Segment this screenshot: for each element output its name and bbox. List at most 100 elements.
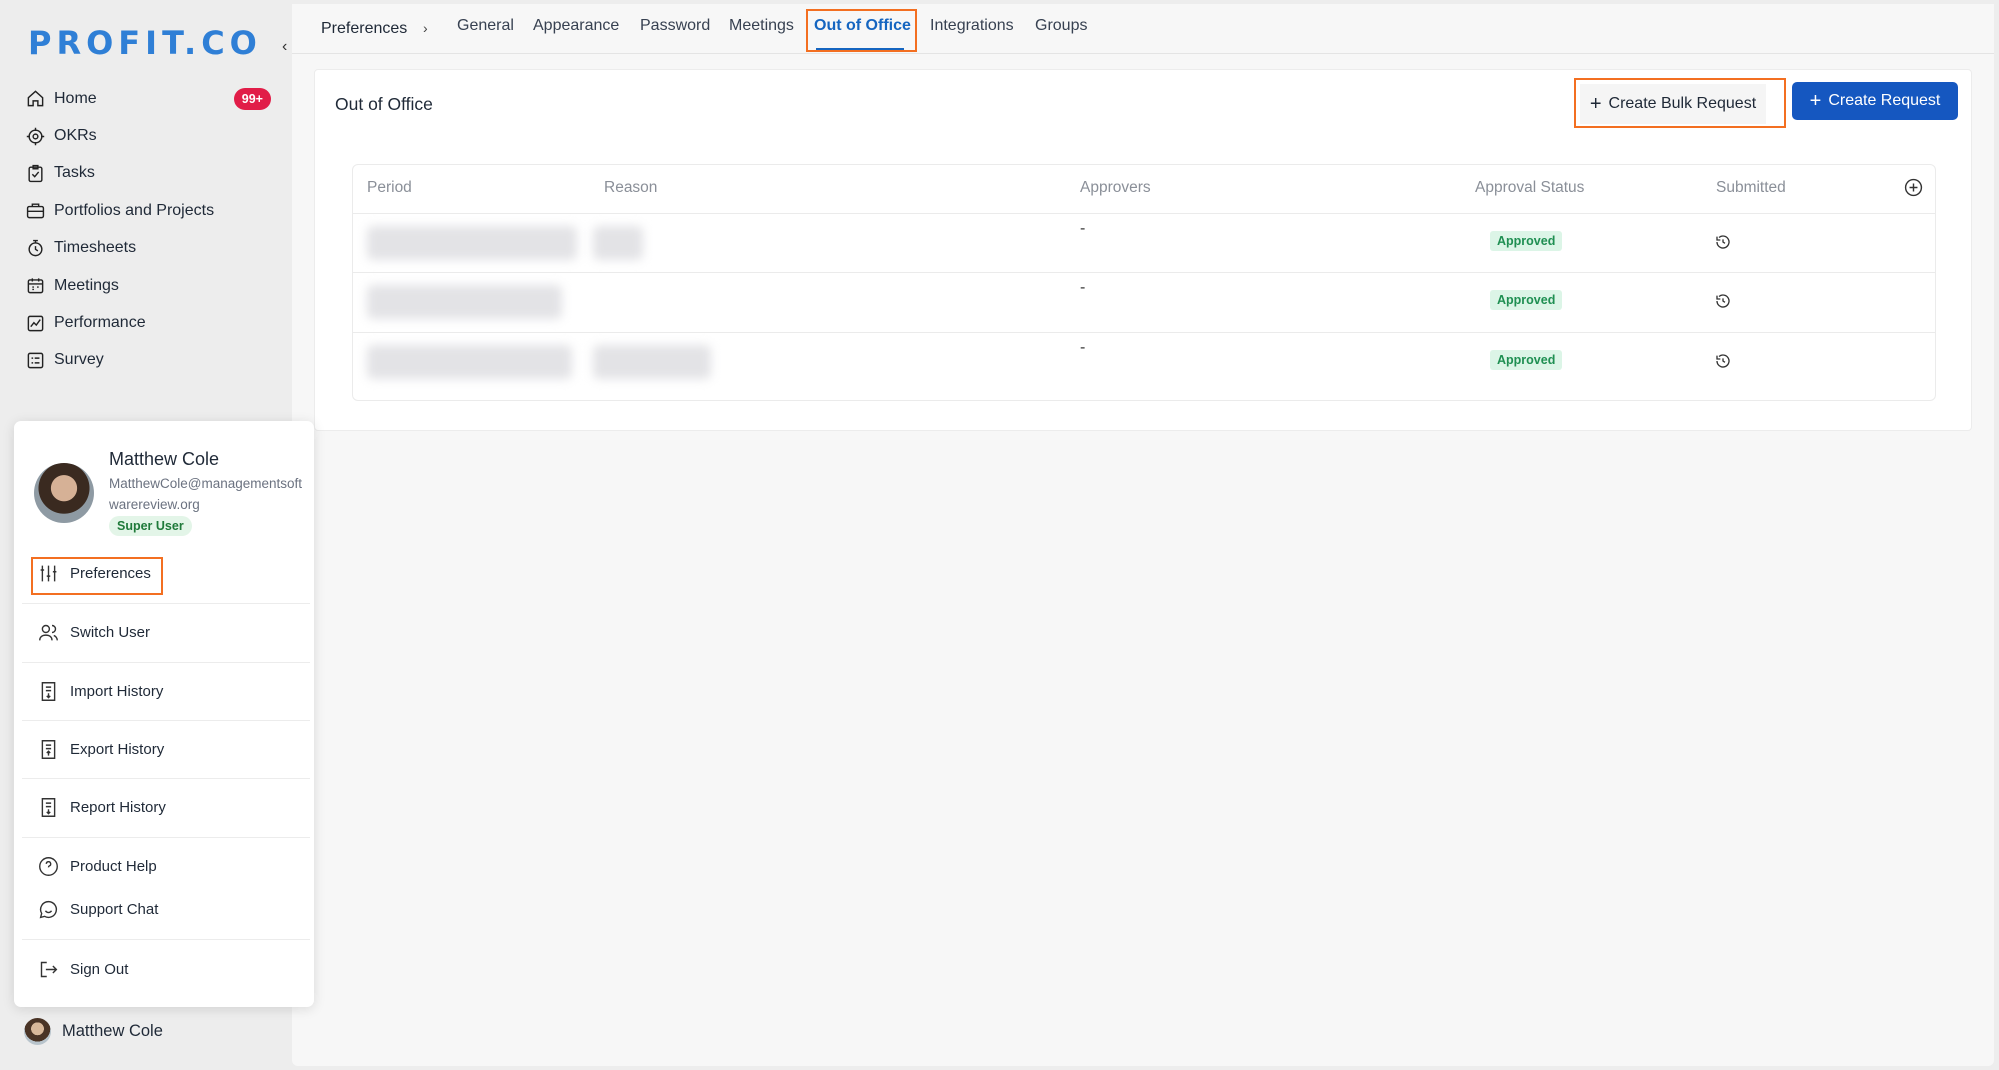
- divider: [22, 720, 310, 721]
- status-badge: Approved: [1490, 350, 1563, 370]
- menu-item-export-history[interactable]: Export History: [38, 739, 164, 760]
- card-title: Out of Office: [335, 94, 433, 114]
- menu-item-switch-user[interactable]: Switch User: [38, 622, 150, 643]
- breadcrumb-separator: ›: [423, 20, 428, 36]
- tab-appearance[interactable]: Appearance: [533, 17, 619, 35]
- redacted-reason: [593, 226, 643, 260]
- button-label: Create Request: [1828, 92, 1941, 109]
- preferences-tabbar: Preferences › General Appearance Passwor…: [292, 4, 1994, 54]
- divider: [22, 837, 310, 838]
- sidebar-item-meetings[interactable]: Meetings: [26, 267, 271, 304]
- history-icon[interactable]: [1715, 234, 1731, 250]
- table-row[interactable]: - Approved: [353, 272, 1935, 331]
- avatar: [34, 463, 94, 523]
- sidebar-item-label: Performance: [54, 314, 146, 332]
- redacted-period: [367, 345, 572, 379]
- out-of-office-table: Period Reason Approvers Approval Status …: [352, 164, 1936, 401]
- clipboard-check-icon: [28, 164, 43, 183]
- table-row[interactable]: - Approved: [353, 213, 1935, 272]
- menu-item-label: Support Chat: [70, 901, 159, 918]
- chart-line-icon: [27, 315, 44, 331]
- menu-item-label: Switch User: [70, 624, 151, 641]
- stopwatch-icon: [28, 239, 43, 257]
- tab-meetings[interactable]: Meetings: [729, 17, 794, 35]
- tab-general[interactable]: General: [457, 17, 514, 35]
- divider: [22, 662, 310, 663]
- export-doc-icon: [41, 740, 56, 759]
- highlight-box: [1574, 78, 1786, 128]
- user-name: Matthew Cole: [109, 449, 220, 469]
- menu-item-label: Sign Out: [70, 961, 129, 978]
- chat-icon: [39, 900, 58, 919]
- approvers-value: -: [1080, 279, 1086, 296]
- notification-badge: 99+: [233, 87, 271, 110]
- sign-out-icon: [40, 961, 58, 978]
- out-of-office-card: Out of Office + Create Bulk Request + Cr…: [314, 69, 1972, 431]
- history-icon[interactable]: [1715, 293, 1731, 309]
- sidebar-item-label: Meetings: [54, 276, 119, 294]
- approvers-value: -: [1080, 220, 1086, 237]
- target-icon: [26, 127, 45, 145]
- sidebar-item-okrs[interactable]: OKRs: [26, 117, 271, 154]
- menu-item-label: Export History: [70, 741, 165, 758]
- sidebar-item-tasks[interactable]: Tasks: [26, 155, 271, 192]
- column-header-approval-status: Approval Status: [1475, 179, 1585, 196]
- divider: [22, 603, 310, 604]
- add-column-icon[interactable]: [1904, 178, 1923, 197]
- create-request-button[interactable]: + Create Request: [1792, 82, 1958, 120]
- menu-item-support-chat[interactable]: Support Chat: [38, 899, 158, 920]
- role-badge: Super User: [109, 516, 192, 536]
- sidebar-item-label: Survey: [54, 351, 104, 369]
- divider: [22, 939, 310, 940]
- history-icon[interactable]: [1715, 353, 1731, 369]
- main-content: Preferences › General Appearance Passwor…: [292, 4, 1994, 1066]
- users-icon: [39, 624, 58, 641]
- sidebar-item-label: Timesheets: [54, 239, 137, 257]
- redacted-period: [367, 285, 562, 319]
- survey-list-icon: [27, 352, 44, 369]
- menu-item-report-history[interactable]: Report History: [38, 797, 166, 818]
- sidebar-item-label: Home: [54, 89, 97, 107]
- user-name: Matthew Cole: [62, 1022, 163, 1040]
- sidebar-item-label: Portfolios and Projects: [54, 201, 215, 219]
- menu-item-label: Product Help: [70, 858, 157, 875]
- menu-item-sign-out[interactable]: Sign Out: [38, 959, 128, 980]
- approvers-value: -: [1080, 339, 1086, 356]
- column-header-reason: Reason: [604, 179, 658, 196]
- status-badge: Approved: [1490, 231, 1563, 251]
- menu-item-label: Import History: [70, 683, 164, 700]
- sidebar-item-portfolios[interactable]: Portfolios and Projects: [26, 192, 271, 229]
- user-email: MatthewCole@managementsoftwarereview.org: [109, 476, 303, 512]
- sidebar-item-survey[interactable]: Survey: [26, 342, 271, 379]
- redacted-reason: [593, 345, 711, 379]
- sidebar-item-performance[interactable]: Performance: [26, 304, 271, 341]
- tab-integrations[interactable]: Integrations: [930, 17, 1014, 35]
- highlight-box: [31, 557, 163, 595]
- tab-password[interactable]: Password: [640, 17, 710, 35]
- sidebar-item-timesheets[interactable]: Timesheets: [26, 230, 271, 267]
- user-menu-popover: Matthew Cole MatthewCole@managementsoftw…: [14, 421, 314, 1007]
- calendar-icon: [27, 278, 44, 294]
- import-doc-icon: [41, 682, 56, 701]
- sidebar-item-home[interactable]: Home 99+: [26, 80, 271, 117]
- sidebar-user-profile[interactable]: Matthew Cole: [24, 1018, 163, 1045]
- column-header-submitted: Submitted: [1716, 179, 1786, 196]
- sidebar-nav: Home 99+ OKRs Tasks Portfolios and Proje…: [26, 80, 271, 379]
- sidebar-item-label: OKRs: [54, 127, 97, 145]
- menu-item-label: Report History: [70, 799, 166, 816]
- help-circle-icon: [39, 857, 58, 876]
- report-doc-icon: [41, 798, 56, 817]
- tab-groups[interactable]: Groups: [1035, 17, 1087, 35]
- redacted-period: [367, 226, 577, 260]
- column-header-approvers: Approvers: [1080, 179, 1151, 196]
- table-row[interactable]: - Approved: [353, 332, 1935, 391]
- plus-icon: +: [1809, 90, 1822, 112]
- home-icon: [27, 90, 44, 107]
- menu-item-product-help[interactable]: Product Help: [38, 856, 157, 877]
- status-badge: Approved: [1490, 290, 1563, 310]
- brand-logo[interactable]: PROFIT.CO: [28, 24, 262, 62]
- breadcrumb[interactable]: Preferences: [321, 20, 407, 38]
- menu-item-import-history[interactable]: Import History: [38, 681, 163, 702]
- briefcase-icon: [26, 203, 45, 219]
- sidebar-item-label: Tasks: [54, 164, 95, 182]
